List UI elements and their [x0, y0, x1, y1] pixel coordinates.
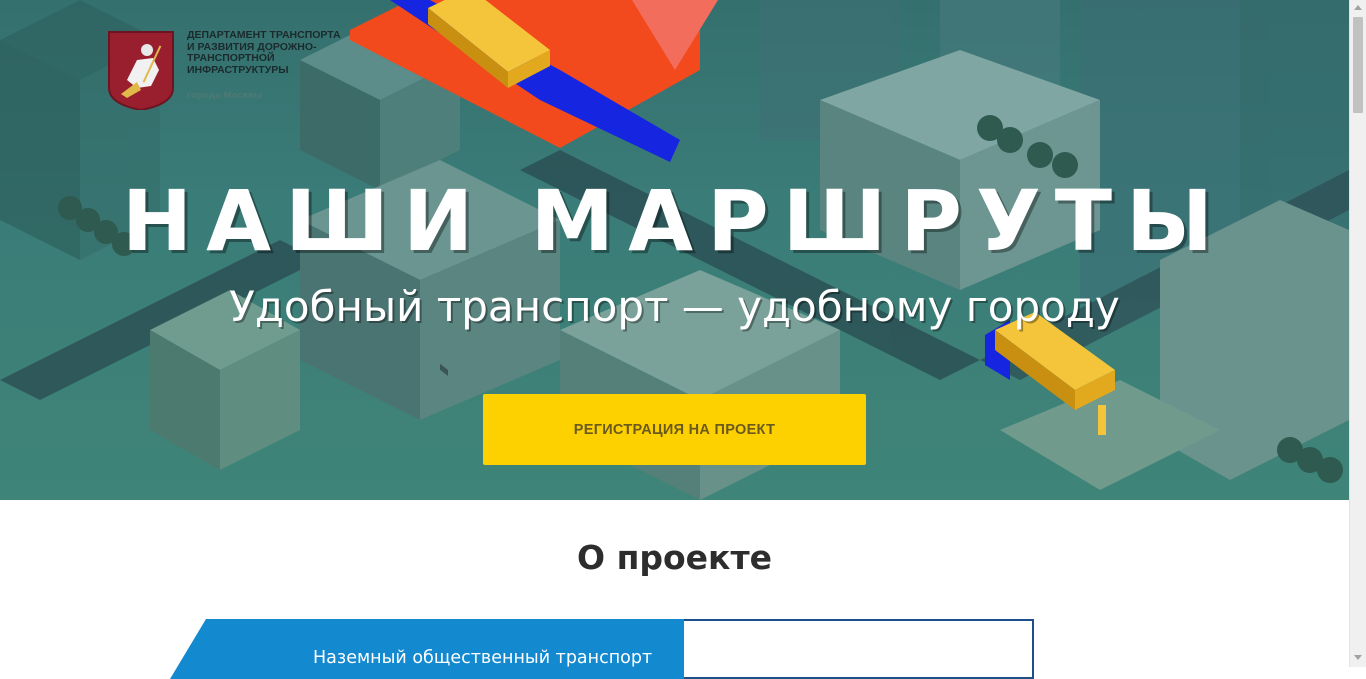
org-name: Департамент транспорта и развития дорожн… [187, 29, 367, 76]
tab-second[interactable] [684, 619, 1034, 679]
scrollbar-thumb[interactable] [1353, 17, 1363, 113]
department-logo[interactable]: Департамент транспорта и развития дорожн… [107, 29, 367, 112]
vertical-scrollbar[interactable] [1349, 0, 1366, 667]
transport-tabs: Наземный общественный транспорт [170, 619, 1034, 679]
about-heading: О проекте [577, 538, 772, 577]
scroll-up-arrow-icon[interactable] [1354, 5, 1362, 10]
tab-label: Наземный общественный транспорт [313, 648, 653, 668]
hero-banner: Департамент транспорта и развития дорожн… [0, 0, 1349, 500]
hero-title: НАШИ МАРШРУТЫ [121, 172, 1228, 270]
scroll-down-arrow-icon[interactable] [1354, 655, 1362, 660]
org-name-line: Департамент транспорта [187, 29, 341, 41]
org-city: города Москвы [187, 90, 263, 101]
org-name-line: инфраструктуры [187, 63, 289, 76]
register-button[interactable]: РЕГИСТРАЦИЯ НА ПРОЕКТ [483, 394, 866, 465]
tab-ground-transport[interactable]: Наземный общественный транспорт [170, 619, 684, 679]
moscow-coat-of-arms-icon [108, 31, 174, 110]
hero-subtitle: Удобный транспорт — удобному городу [229, 282, 1120, 331]
org-name-line: транспортной [187, 52, 275, 64]
